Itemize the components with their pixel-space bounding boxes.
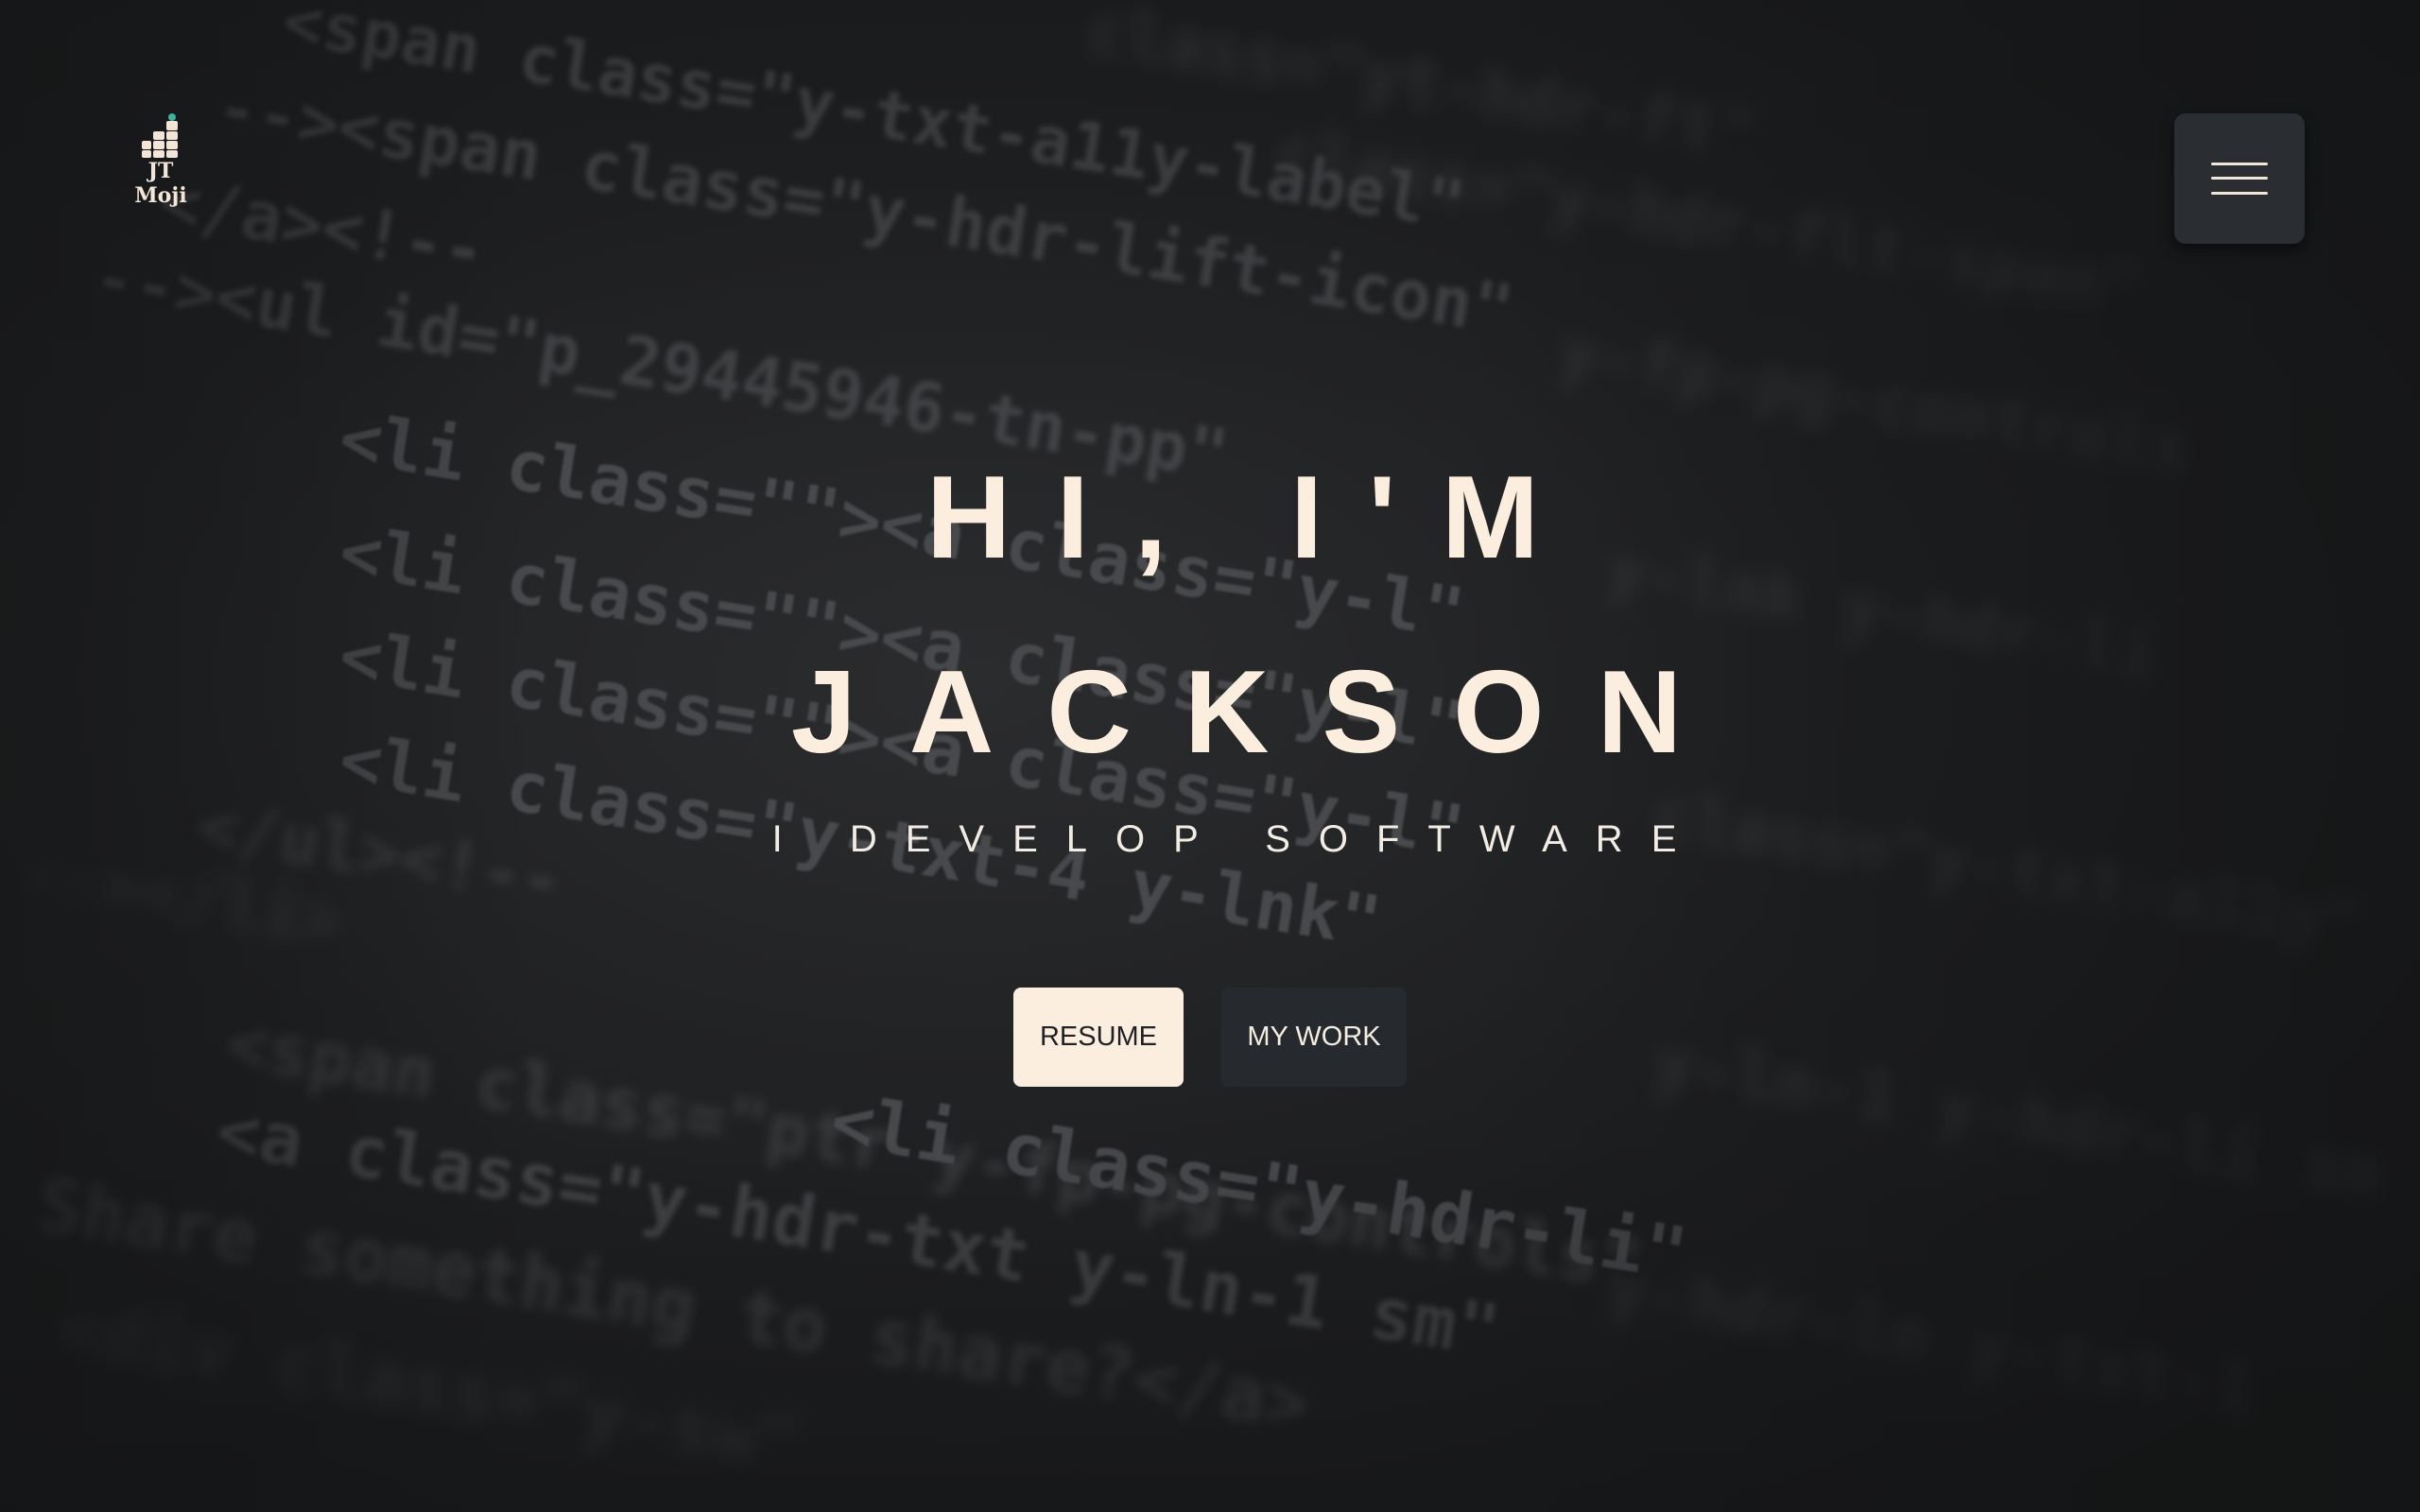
background-code-line: y-hdr-ln y-txt-1 <box>1600 1247 2261 1429</box>
logo-text-name: Moji <box>134 183 187 208</box>
site-logo[interactable]: JT Moji <box>132 113 189 208</box>
resume-button[interactable]: RESUME <box>1013 988 1184 1087</box>
hero-tagline: I DEVELOP SOFTWARE <box>771 818 1705 860</box>
building-blocks-icon <box>140 113 182 159</box>
my-work-button[interactable]: MY WORK <box>1221 988 1407 1087</box>
hero-section: <span class="y-txt-a11y-label" --><span … <box>0 0 2420 1512</box>
hero-name: JACKSON <box>790 647 1736 778</box>
background-code-line: class="y-txt-a11y" <box>1648 775 2369 965</box>
logo-text-initials: JT <box>147 159 174 183</box>
hero-greeting: HI, I'M <box>925 453 1585 583</box>
menu-button[interactable] <box>2174 113 2305 244</box>
background-code-line: y-ln-1 y-hdr-li sm <box>1648 1021 2390 1215</box>
